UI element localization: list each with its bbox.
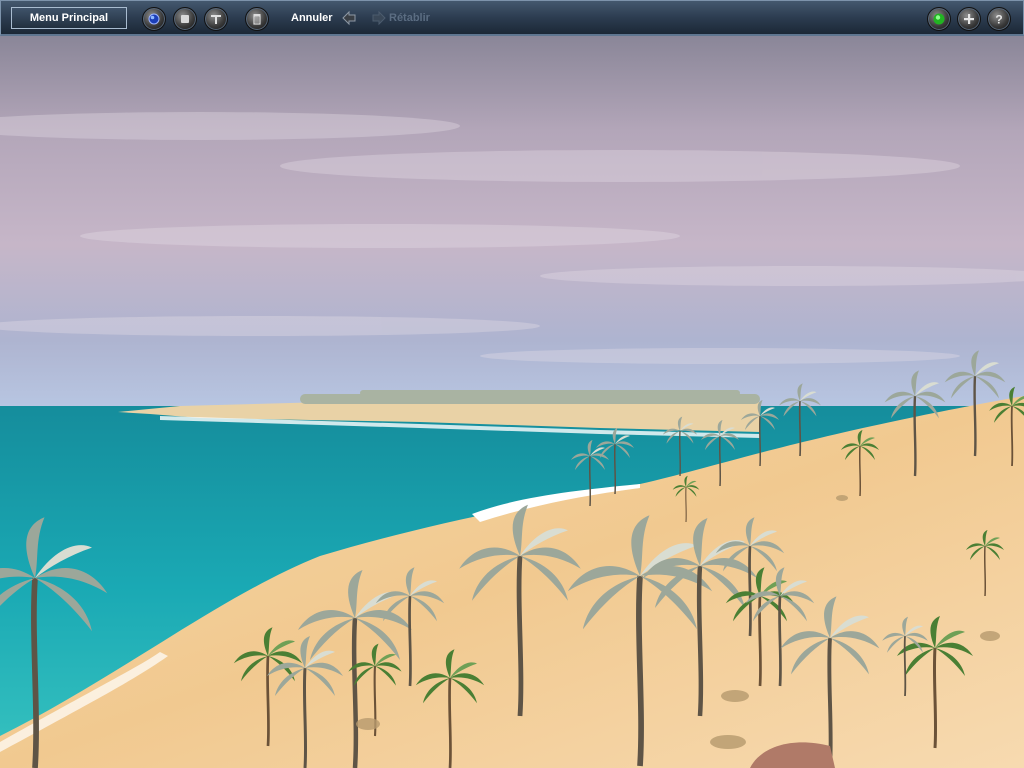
plus-icon — [964, 14, 974, 24]
help-button[interactable]: ? — [987, 7, 1011, 31]
globe-icon — [148, 13, 160, 25]
help-icon: ? — [995, 13, 1002, 27]
stop-button[interactable] — [173, 7, 197, 31]
status-light-icon — [933, 13, 945, 25]
trash-icon — [253, 14, 261, 25]
undo-arrow-icon[interactable] — [341, 10, 357, 26]
top-toolbar: Menu Principal Annuler Rétablir ? — [0, 0, 1024, 36]
svg-text:?: ? — [995, 13, 1002, 27]
status-light-button[interactable] — [927, 7, 951, 31]
game-viewport[interactable] — [0, 36, 1024, 768]
redo-arrow-icon[interactable] — [371, 10, 387, 26]
tools-button[interactable] — [204, 7, 228, 31]
tools-icon — [211, 15, 221, 24]
add-button[interactable] — [957, 7, 981, 31]
globe-button[interactable] — [142, 7, 166, 31]
stop-icon — [181, 15, 189, 23]
beach-scene — [0, 36, 1024, 768]
trash-button[interactable] — [245, 7, 269, 31]
main-menu-button[interactable]: Menu Principal — [11, 7, 127, 29]
redo-button[interactable]: Rétablir — [389, 12, 430, 24]
undo-button[interactable]: Annuler — [291, 12, 333, 24]
distant-treeline — [300, 390, 760, 404]
